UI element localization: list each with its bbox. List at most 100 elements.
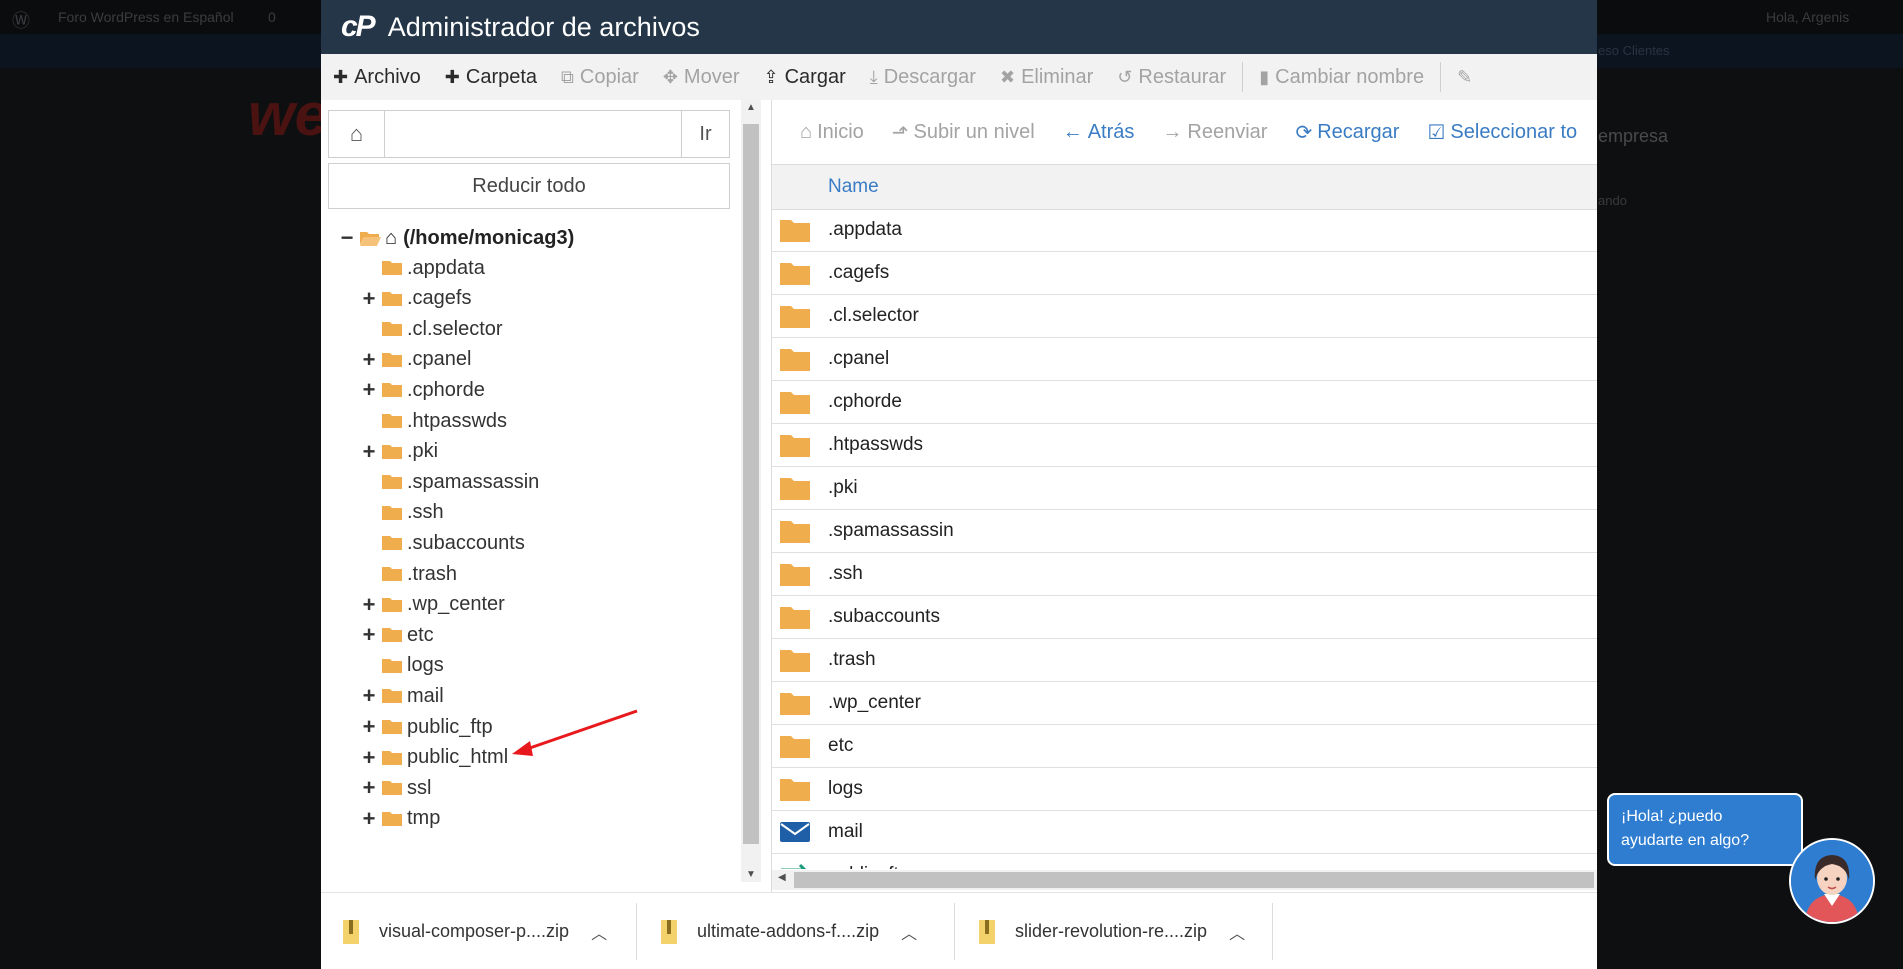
file-row[interactable]: .ssh [772,553,1597,596]
download-filename: slider-revolution-re....zip [1015,921,1208,941]
tree-item[interactable]: logs [361,651,444,681]
tree-item[interactable]: + .cphorde [361,375,485,405]
back-button[interactable]: ← Atrás [1049,121,1149,144]
expand-toggle-icon[interactable]: + [361,377,377,403]
file-row[interactable]: .cpanel [772,338,1597,381]
expand-toggle-icon[interactable]: + [361,286,377,312]
reload-button[interactable]: ⟳ Recargar [1281,120,1413,145]
file-row[interactable]: .cagefs [772,252,1597,295]
folder-icon [780,392,810,414]
file-row[interactable]: .cphorde [772,381,1597,424]
file-row[interactable]: .subaccounts [772,596,1597,639]
download-item[interactable]: visual-composer-p....zip ︿ [343,893,607,969]
go-button[interactable]: Ir [681,111,729,157]
tree-item-label: public_html [407,746,509,769]
expand-toggle-icon[interactable]: + [361,592,377,618]
tree-vertical-scrollbar[interactable]: ▲ ▼ [741,100,761,882]
tree-item[interactable]: + public_html [361,743,509,773]
download-button[interactable]: ⤓ Descargar [858,66,988,89]
expand-toggle-icon[interactable]: + [361,745,377,771]
select-all-button[interactable]: ☑ Seleccionar to [1413,120,1591,145]
scrollbar-thumb[interactable] [743,124,759,844]
scroll-up-icon[interactable]: ▲ [741,102,761,113]
chevron-up-icon[interactable]: ︿ [1229,920,1245,944]
expand-toggle-icon[interactable]: + [361,622,377,648]
file-row[interactable]: .spamassassin [772,510,1597,553]
chevron-up-icon[interactable]: ︿ [901,920,917,944]
scroll-left-icon[interactable]: ◀ [778,872,786,883]
file-list-horizontal-scrollbar[interactable]: ◀ [772,870,1597,890]
tree-item[interactable]: + mail [361,681,444,711]
tree-item[interactable]: + .wp_center [361,590,505,620]
tree-item[interactable]: + tmp [361,804,441,834]
expand-toggle-icon[interactable]: + [361,439,377,465]
refresh-icon: ⟳ [1295,121,1313,144]
file-row[interactable]: public_ftp [772,854,1597,869]
file-row[interactable]: .trash [772,639,1597,682]
home-nav-button[interactable]: ⌂ Inicio [786,121,878,144]
file-row[interactable]: etc [772,725,1597,768]
home-icon[interactable]: ⌂ [329,111,385,157]
restore-button[interactable]: ↺ Restaurar [1105,66,1238,89]
tree-item-label: .trash [407,562,458,585]
edit-button[interactable]: ✎ [1445,67,1490,88]
tree-item-label: .htpasswds [407,409,508,432]
up-one-level-button[interactable]: ⬏ Subir un nivel [878,120,1049,145]
name-column-header[interactable]: Name [828,176,879,198]
chat-greeting-bubble[interactable]: ¡Hola! ¿puedo ayudarte en algo? [1607,793,1803,866]
file-row[interactable]: .appdata [772,209,1597,252]
download-item[interactable]: ultimate-addons-f....zip ︿ [661,893,917,969]
tree-item[interactable]: .spamassassin [361,467,539,497]
scroll-down-icon[interactable]: ▼ [741,869,761,880]
upload-button[interactable]: ⇪ Cargar [752,66,858,89]
copy-button[interactable]: ⧉ Copiar [549,66,651,89]
tree-item[interactable]: .subaccounts [361,528,525,558]
expand-toggle-icon[interactable]: + [361,347,377,373]
tree-item[interactable]: + ssl [361,773,432,803]
tree-item[interactable]: + .cagefs [361,284,472,314]
collapse-all-button[interactable]: Reducir todo [328,163,730,209]
file-row[interactable]: mail [772,811,1597,854]
expand-toggle-icon[interactable]: + [361,683,377,709]
folder-icon [382,414,402,428]
file-name: etc [828,735,854,756]
delete-button[interactable]: ✖ Eliminar [988,66,1105,89]
path-input[interactable] [385,111,681,157]
arrow-right-icon: → [1162,120,1183,143]
tree-item[interactable]: .ssh [361,498,444,528]
chevron-up-icon[interactable]: ︿ [591,920,607,944]
new-folder-button[interactable]: ✚ Carpeta [433,66,549,89]
pencil-icon: ✎ [1457,66,1473,87]
tree-item-label: etc [407,623,434,646]
background-side-text: empresa [1598,126,1669,146]
file-row[interactable]: .pki [772,467,1597,510]
tree-item[interactable]: .appdata [361,253,485,283]
download-divider [636,903,637,960]
file-row[interactable]: .htpasswds [772,424,1597,467]
tree-item[interactable]: .htpasswds [361,406,507,436]
scrollbar-thumb[interactable] [794,872,1594,888]
forward-button[interactable]: → Reenviar [1148,121,1281,144]
new-file-button[interactable]: ✚ Archivo [321,66,433,89]
tree-item[interactable]: + public_ftp [361,712,493,742]
expand-toggle-icon[interactable]: + [361,775,377,801]
tree-root[interactable]: − ⌂ (/home/monicag3) [339,223,575,253]
wordpress-logo-icon: Ⓦ [12,11,30,31]
tree-item[interactable]: + etc [361,620,434,650]
tree-item-label: public_ftp [407,715,493,738]
rename-button[interactable]: ▮ Cambiar nombre [1247,66,1436,89]
expand-toggle-icon[interactable]: + [361,806,377,832]
tree-item[interactable]: + .pki [361,437,439,467]
move-button[interactable]: ✥ Mover [651,66,752,89]
file-row[interactable]: logs [772,768,1597,811]
expand-toggle-icon[interactable]: + [361,714,377,740]
download-item[interactable]: slider-revolution-re....zip ︿ [979,893,1245,969]
collapse-toggle-icon[interactable]: − [339,225,355,251]
file-row[interactable]: .cl.selector [772,295,1597,338]
chat-avatar-button[interactable] [1789,838,1875,924]
tree-item[interactable]: .cl.selector [361,314,503,344]
tree-item[interactable]: + .cpanel [361,345,472,375]
tree-item[interactable]: .trash [361,559,457,589]
folder-icon [780,607,810,629]
file-row[interactable]: .wp_center [772,682,1597,725]
